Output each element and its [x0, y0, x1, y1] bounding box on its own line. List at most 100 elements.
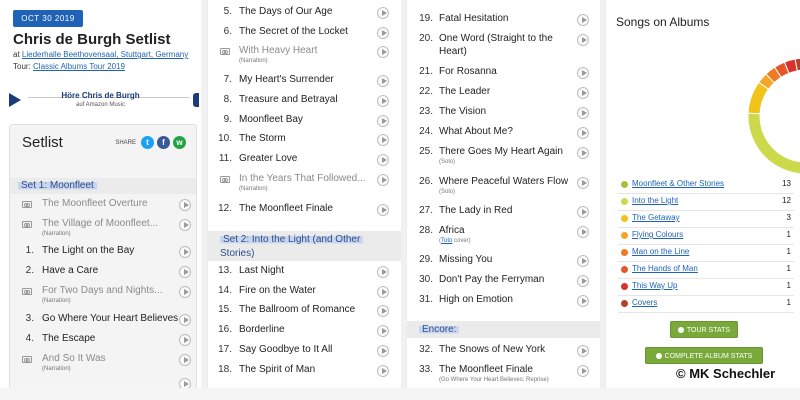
song-title: The Escape	[42, 333, 96, 344]
play-icon[interactable]	[577, 295, 589, 307]
song-row: 18. The Spirit of Man	[208, 362, 401, 382]
song-title: The Days of Our Age	[239, 6, 333, 17]
song-row: 8. Treasure and Betrayal	[208, 92, 401, 112]
play-icon[interactable]	[179, 354, 191, 366]
album-link[interactable]: The Hands of Man	[632, 264, 698, 273]
song-number: 5.	[223, 6, 232, 17]
song-number: 1.	[25, 245, 34, 256]
play-icon[interactable]	[179, 286, 191, 298]
song-row: 20. One Word (Straight to the Heart)	[407, 31, 600, 61]
album-count: 3	[786, 213, 791, 222]
song-row: With Heavy Heart (Narration)	[208, 43, 401, 64]
song-number: 21.	[419, 66, 433, 77]
play-icon[interactable]	[377, 46, 389, 58]
play-icon[interactable]	[377, 365, 389, 377]
play-icon[interactable]	[179, 314, 191, 326]
facebook-icon[interactable]: f	[157, 136, 170, 149]
song-title: One Word (Straight to the	[439, 33, 553, 44]
play-icon[interactable]	[577, 206, 589, 218]
play-icon[interactable]	[377, 204, 389, 216]
album-link[interactable]: Into the Light	[632, 196, 678, 205]
play-icon[interactable]	[577, 345, 589, 357]
song-row: 28. Africa (Toto cover)	[407, 223, 600, 251]
play-icon[interactable]	[577, 87, 589, 99]
setlist-panel-3: 19. Fatal Hesitation 20. One Word (Straight…	[406, 0, 600, 400]
album-link[interactable]: Man on the Line	[632, 247, 689, 256]
song-title: The Secret of the Locket	[239, 26, 348, 37]
song-row: 22. The Leader	[407, 84, 600, 104]
play-icon[interactable]	[179, 334, 191, 346]
song-row: The Moonfleet Overture	[10, 196, 196, 216]
next-icon[interactable]	[193, 93, 199, 107]
play-icon[interactable]	[577, 107, 589, 119]
play-icon[interactable]	[577, 34, 589, 46]
play-icon[interactable]	[577, 127, 589, 139]
play-icon[interactable]	[577, 67, 589, 79]
legend-row: Covers 1	[618, 296, 794, 313]
song-title: Have a Care	[42, 265, 99, 276]
song-number: 33.	[419, 364, 433, 375]
play-icon[interactable]	[179, 199, 191, 211]
play-icon[interactable]	[377, 115, 389, 127]
play-icon[interactable]	[577, 226, 589, 238]
amazon-music-player[interactable]: Höre Chris de Burgh auf Amazon Music	[0, 87, 201, 115]
play-icon[interactable]	[377, 95, 389, 107]
album-link[interactable]: Flying Colours	[632, 230, 683, 239]
play-icon[interactable]	[179, 219, 191, 231]
song-row: 30. Don't Pay the Ferryman	[407, 272, 600, 292]
play-icon[interactable]	[577, 147, 589, 159]
song-note: (Narration)	[42, 366, 71, 372]
play-icon[interactable]	[577, 365, 589, 377]
play-icon[interactable]	[377, 325, 389, 337]
play-icon[interactable]	[377, 286, 389, 298]
play-icon[interactable]	[577, 177, 589, 189]
song-title: Last Night	[239, 265, 285, 276]
song-title: The Moonfleet Finale	[239, 203, 333, 214]
song-title: The Ballroom of Romance	[239, 304, 356, 315]
song-number: 9.	[223, 114, 232, 125]
album-count: 1	[786, 247, 791, 256]
song-row: 9. Moonfleet Bay	[208, 112, 401, 132]
play-icon[interactable]	[377, 154, 389, 166]
set-heading-line2: Stories)	[220, 248, 255, 259]
song-row: 10. The Storm	[208, 131, 401, 151]
play-icon[interactable]	[577, 14, 589, 26]
song-row: 11. Greater Love	[208, 151, 401, 171]
play-icon[interactable]	[377, 305, 389, 317]
play-icon[interactable]	[377, 7, 389, 19]
album-link[interactable]: Covers	[632, 298, 657, 307]
play-icon[interactable]	[377, 266, 389, 278]
album-link[interactable]: Moonfleet & Other Stories	[632, 179, 724, 188]
song-title: The Light on the Bay	[42, 245, 135, 256]
cover-artist-link[interactable]: Toto	[441, 238, 452, 244]
play-icon[interactable]	[377, 134, 389, 146]
song-title: The Vision	[439, 106, 487, 117]
album-stats-button[interactable]: COMPLETE ALBUM STATS	[645, 347, 763, 364]
play-icon[interactable]	[179, 246, 191, 258]
song-number: 3.	[25, 313, 34, 324]
tour-stats-button[interactable]: TOUR STATS	[670, 321, 738, 338]
play-icon[interactable]	[377, 174, 389, 186]
song-title: High on Emotion	[439, 294, 513, 305]
album-count: 13	[782, 179, 791, 188]
play-icon[interactable]	[377, 75, 389, 87]
play-icon[interactable]	[577, 255, 589, 267]
legend-swatch	[621, 266, 628, 273]
play-icon[interactable]	[577, 275, 589, 287]
play-icon[interactable]	[377, 345, 389, 357]
donut-slice	[747, 81, 770, 115]
song-row: 26. Where Peaceful Waters Flow (Solo)	[407, 174, 600, 202]
encore-label: Encore:	[419, 324, 460, 335]
album-link[interactable]: This Way Up	[632, 281, 678, 290]
venue-link[interactable]: Liederhalle Beethovensaal, Stuttgart, Ge…	[22, 50, 188, 59]
song-row: 21. For Rosanna	[407, 64, 600, 84]
whatsapp-icon[interactable]: w	[173, 136, 186, 149]
song-number: 27.	[419, 205, 433, 216]
tour-line: Tour: Classic Albums Tour 2019	[13, 62, 125, 71]
play-icon[interactable]	[179, 266, 191, 278]
song-title: The Lady in Red	[439, 205, 513, 216]
album-link[interactable]: The Getaway	[632, 213, 680, 222]
twitter-icon[interactable]: t	[141, 136, 154, 149]
play-icon[interactable]	[377, 27, 389, 39]
tour-link[interactable]: Classic Albums Tour 2019	[33, 62, 125, 71]
